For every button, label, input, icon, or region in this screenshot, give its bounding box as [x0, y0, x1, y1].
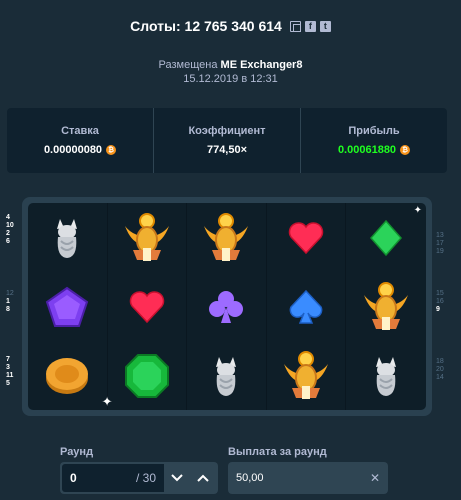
bitcoin-icon: ₿	[106, 145, 117, 155]
scarab-icon	[124, 212, 169, 261]
payline-numbers-left-mid: 12 1 8	[6, 290, 14, 313]
diamond-icon	[370, 219, 403, 256]
payout-field[interactable]: 50,00 ✕	[228, 462, 388, 494]
reel-cell	[108, 203, 188, 272]
sparkle-icon: ✦	[101, 394, 113, 409]
placed-prefix: Размещена	[158, 59, 218, 71]
cat-statue-icon	[216, 356, 237, 396]
reel-cell	[267, 341, 347, 410]
payline-numbers-right-mid: 15 16 9	[436, 290, 444, 313]
reel-cell	[187, 203, 267, 272]
user-name[interactable]: Exchanger8	[240, 59, 302, 71]
twitter-icon[interactable]: t	[319, 20, 331, 32]
bet-meta: Размещена ME Exchanger8 15.12.2019 в 12:…	[0, 58, 461, 86]
bet-stats-panel: Ставка 0.00000080 ₿ Коэффициент 774,50× …	[7, 108, 447, 173]
cat-statue-icon	[57, 218, 78, 258]
payout-label: Выплата за раунд	[228, 446, 327, 458]
payline-numbers-left-top: 4 10 2 6	[6, 214, 14, 245]
payline-numbers-right-top: 13 17 19	[436, 232, 444, 255]
payout-value: 50,00	[236, 472, 264, 484]
heart-icon	[288, 221, 324, 254]
reel-cell	[28, 341, 108, 410]
scarab-icon	[204, 212, 249, 261]
stat-profit: Прибыль 0.00061880 ₿	[300, 108, 447, 173]
payline-numbers-left-bot: 7 3 11 5	[6, 356, 14, 387]
gem-pentagon-icon	[46, 286, 89, 327]
club-icon	[209, 290, 244, 323]
payline-numbers-right-bot: 18 20 14	[436, 358, 444, 381]
spade-icon	[289, 289, 323, 324]
slot-board: ✦ ✦	[28, 203, 426, 410]
reel-cell	[108, 272, 188, 341]
stat-bet: Ставка 0.00000080 ₿	[7, 108, 153, 173]
round-input[interactable]: 0 / 30	[62, 464, 164, 492]
chevron-down-icon	[171, 474, 183, 482]
reel-cell	[187, 272, 267, 341]
copy-icon[interactable]	[289, 20, 301, 32]
reel-cell: ✦	[346, 203, 426, 272]
bitcoin-icon: ₿	[400, 145, 411, 155]
scarab-icon	[364, 281, 409, 330]
reel-cell	[346, 272, 426, 341]
bet-amount: 0.00000080	[43, 144, 103, 156]
multiplier-value: 774,50×	[206, 144, 248, 156]
coin-icon	[46, 357, 89, 394]
bet-datetime: 15.12.2019 в 12:31	[183, 73, 278, 85]
reel-cell: ✦	[102, 341, 188, 410]
reel-cell	[267, 203, 347, 272]
scarab-icon	[284, 350, 329, 399]
slot-board-frame: ✦ ✦	[22, 197, 432, 416]
bet-title: Слоты: 12 765 340 614	[130, 18, 282, 34]
facebook-icon[interactable]: f	[304, 20, 316, 32]
reel-cell	[28, 272, 108, 341]
sparkle-icon: ✦	[413, 205, 422, 216]
round-stepper: 0 / 30	[60, 462, 218, 494]
round-down-button[interactable]	[164, 464, 190, 492]
user-badge: ME	[220, 59, 238, 71]
round-up-button[interactable]	[190, 464, 216, 492]
reel-cell	[28, 203, 108, 272]
round-label: Раунд	[60, 446, 94, 458]
profit-amount: 0.00061880	[337, 144, 397, 156]
round-total: / 30	[135, 471, 156, 485]
reel-cell	[187, 341, 267, 410]
stat-multiplier: Коэффициент 774,50×	[153, 108, 300, 173]
chevron-up-icon	[197, 474, 209, 482]
round-value: 0	[70, 471, 77, 485]
reel-cell	[346, 341, 426, 410]
close-icon: ✕	[369, 471, 380, 485]
reel-cell	[267, 272, 347, 341]
bet-title-row: Слоты: 12 765 340 614 f t	[0, 18, 461, 34]
cat-statue-icon	[376, 356, 397, 396]
heart-icon	[129, 290, 165, 323]
emerald-icon	[124, 353, 169, 398]
